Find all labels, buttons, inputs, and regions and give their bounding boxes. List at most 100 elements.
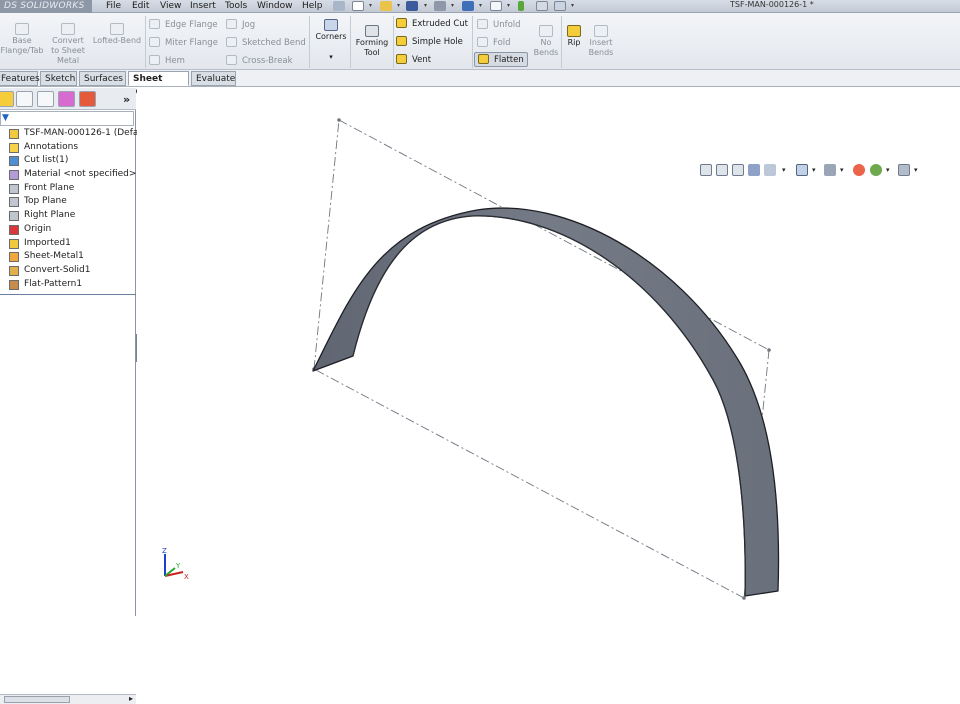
tab-sheet-metal[interactable]: Sheet Metal [128, 71, 189, 98]
miter-flange-button[interactable]: Miter Flange [149, 37, 218, 48]
corners-button[interactable]: Corners ▾ [313, 19, 349, 62]
property-manager-tab-icon[interactable] [16, 91, 33, 107]
horizontal-scrollbar[interactable]: ▸ [0, 694, 136, 704]
tree-filter[interactable]: ▼ [0, 111, 134, 126]
feature-manager-tab-icon[interactable] [0, 91, 14, 107]
dimxpert-tab-icon[interactable] [58, 91, 75, 107]
tree-item[interactable]: Flat-Pattern1 [0, 278, 136, 292]
save-icon[interactable] [406, 1, 418, 11]
chevron-down-icon[interactable]: ▾ [451, 2, 454, 9]
zoom-to-fit-icon[interactable] [700, 164, 712, 176]
vent-button[interactable]: Vent [396, 54, 431, 65]
edge-flange-icon [149, 19, 160, 29]
extruded-cut-button[interactable]: Extruded Cut [396, 18, 468, 29]
feature-tree: TSF-MAN-000126-1 (Default Annotations Cut … [0, 127, 150, 292]
tree-item[interactable]: Cut list(1) [0, 154, 136, 168]
menu-insert[interactable]: Insert [190, 0, 216, 12]
open-icon[interactable] [380, 1, 392, 11]
hem-button[interactable]: Hem [149, 55, 185, 66]
chevron-down-icon[interactable]: ▾ [571, 2, 574, 9]
undo-icon[interactable] [462, 1, 474, 11]
scroll-right-icon[interactable]: ▸ [129, 694, 133, 703]
chevron-down-icon[interactable]: ▾ [914, 166, 926, 178]
file-properties-icon[interactable] [536, 1, 548, 11]
forming-tool-button[interactable]: Forming Tool [354, 25, 390, 58]
menu-edit[interactable]: Edit [132, 0, 149, 12]
tree-item[interactable]: TSF-MAN-000126-1 (Default [0, 127, 150, 141]
plane-corner-point [337, 118, 341, 122]
sheet-metal-arc-body[interactable] [312, 207, 780, 597]
print-icon[interactable] [434, 1, 446, 11]
chevron-down-icon[interactable]: ▾ [397, 2, 400, 9]
no-bends-label: No Bends [533, 38, 559, 57]
previous-view-icon[interactable] [732, 164, 744, 176]
options-icon[interactable] [554, 1, 566, 11]
tree-item[interactable]: Top Plane [0, 195, 136, 209]
tab-surfaces[interactable]: Surfaces [79, 71, 126, 86]
graphics-area[interactable]: ▾ ▾ ▾ ▾ ▾ Z X Y [137, 88, 960, 616]
fold-button[interactable]: Fold [477, 37, 511, 48]
tree-item[interactable]: Origin [0, 223, 136, 237]
menu-help[interactable]: Help [302, 0, 323, 12]
unfold-label: Unfold [493, 20, 521, 30]
lofted-bend-button[interactable]: Lofted-Bend [90, 23, 144, 46]
insert-bends-button[interactable]: Insert Bends [586, 25, 616, 58]
tree-item[interactable]: Convert-Solid1 [0, 264, 136, 278]
scene-icon[interactable] [870, 164, 882, 176]
menu-file[interactable]: File [106, 0, 121, 12]
tree-item[interactable]: Sheet-Metal1 [0, 250, 136, 264]
menu-window[interactable]: Window [257, 0, 293, 12]
unfold-icon [477, 19, 488, 29]
view-settings-icon[interactable] [898, 164, 910, 176]
rollback-bar[interactable] [0, 294, 136, 295]
chevron-down-icon[interactable]: ▾ [313, 52, 349, 62]
simple-hole-label: Simple Hole [412, 37, 463, 47]
rip-button[interactable]: Rip [564, 25, 584, 48]
tree-item[interactable]: Material <not specified> [0, 168, 136, 182]
configuration-manager-tab-icon[interactable] [37, 91, 54, 107]
chevron-down-icon[interactable]: ▾ [369, 2, 372, 9]
chevron-down-icon[interactable]: ▾ [812, 166, 824, 178]
jog-button[interactable]: Jog [226, 19, 255, 30]
view-orientation-icon[interactable] [796, 164, 808, 176]
chevron-down-icon[interactable]: ▾ [507, 2, 510, 9]
chevron-down-icon[interactable]: ▾ [840, 166, 852, 178]
menu-tools[interactable]: Tools [225, 0, 247, 12]
zoom-area-icon[interactable] [716, 164, 728, 176]
new-document-icon[interactable] [352, 1, 364, 11]
tree-item[interactable]: Front Plane [0, 182, 136, 196]
chevron-down-icon[interactable]: ▾ [479, 2, 482, 9]
appearance-icon[interactable] [853, 164, 865, 176]
expand-chevron-icon[interactable]: » [123, 93, 130, 106]
tree-item[interactable]: Annotations [0, 141, 136, 155]
section-view-icon[interactable] [748, 164, 760, 176]
rebuild-icon[interactable] [518, 1, 524, 11]
display-style-icon[interactable] [824, 164, 836, 176]
plane-icon [9, 183, 19, 194]
flatten-button[interactable]: Flatten [474, 52, 528, 67]
cross-break-button[interactable]: Cross-Break [226, 55, 293, 66]
unfold-button[interactable]: Unfold [477, 19, 521, 30]
convert-solid-icon [9, 265, 19, 276]
chevron-down-icon[interactable]: ▾ [886, 166, 898, 178]
tab-features[interactable]: Features [0, 71, 40, 86]
sketched-bend-button[interactable]: Sketched Bend [226, 37, 306, 48]
convert-to-sheet-metal-button[interactable]: Convert to Sheet Metal [48, 23, 88, 66]
simple-hole-button[interactable]: Simple Hole [396, 36, 463, 47]
insert-bends-icon [594, 25, 608, 37]
tab-sketch[interactable]: Sketch [40, 71, 77, 86]
display-manager-tab-icon[interactable] [79, 91, 96, 107]
tree-item[interactable]: Right Plane [0, 209, 136, 223]
no-bends-button[interactable]: No Bends [533, 25, 559, 58]
menu-view[interactable]: View [160, 0, 181, 12]
chevron-down-icon[interactable]: ▾ [424, 2, 427, 9]
pin-icon[interactable] [333, 1, 345, 11]
chevron-down-icon[interactable]: ▾ [782, 166, 794, 178]
edge-flange-button[interactable]: Edge Flange [149, 19, 218, 30]
base-flange-button[interactable]: Base Flange/Tab [0, 23, 44, 56]
tab-evaluate[interactable]: Evaluate [191, 71, 236, 86]
tree-item[interactable]: Imported1 [0, 237, 136, 251]
select-arrow-icon[interactable] [490, 1, 502, 11]
scrollbar-thumb[interactable] [4, 696, 70, 703]
dynamic-annotation-icon[interactable] [764, 164, 776, 176]
